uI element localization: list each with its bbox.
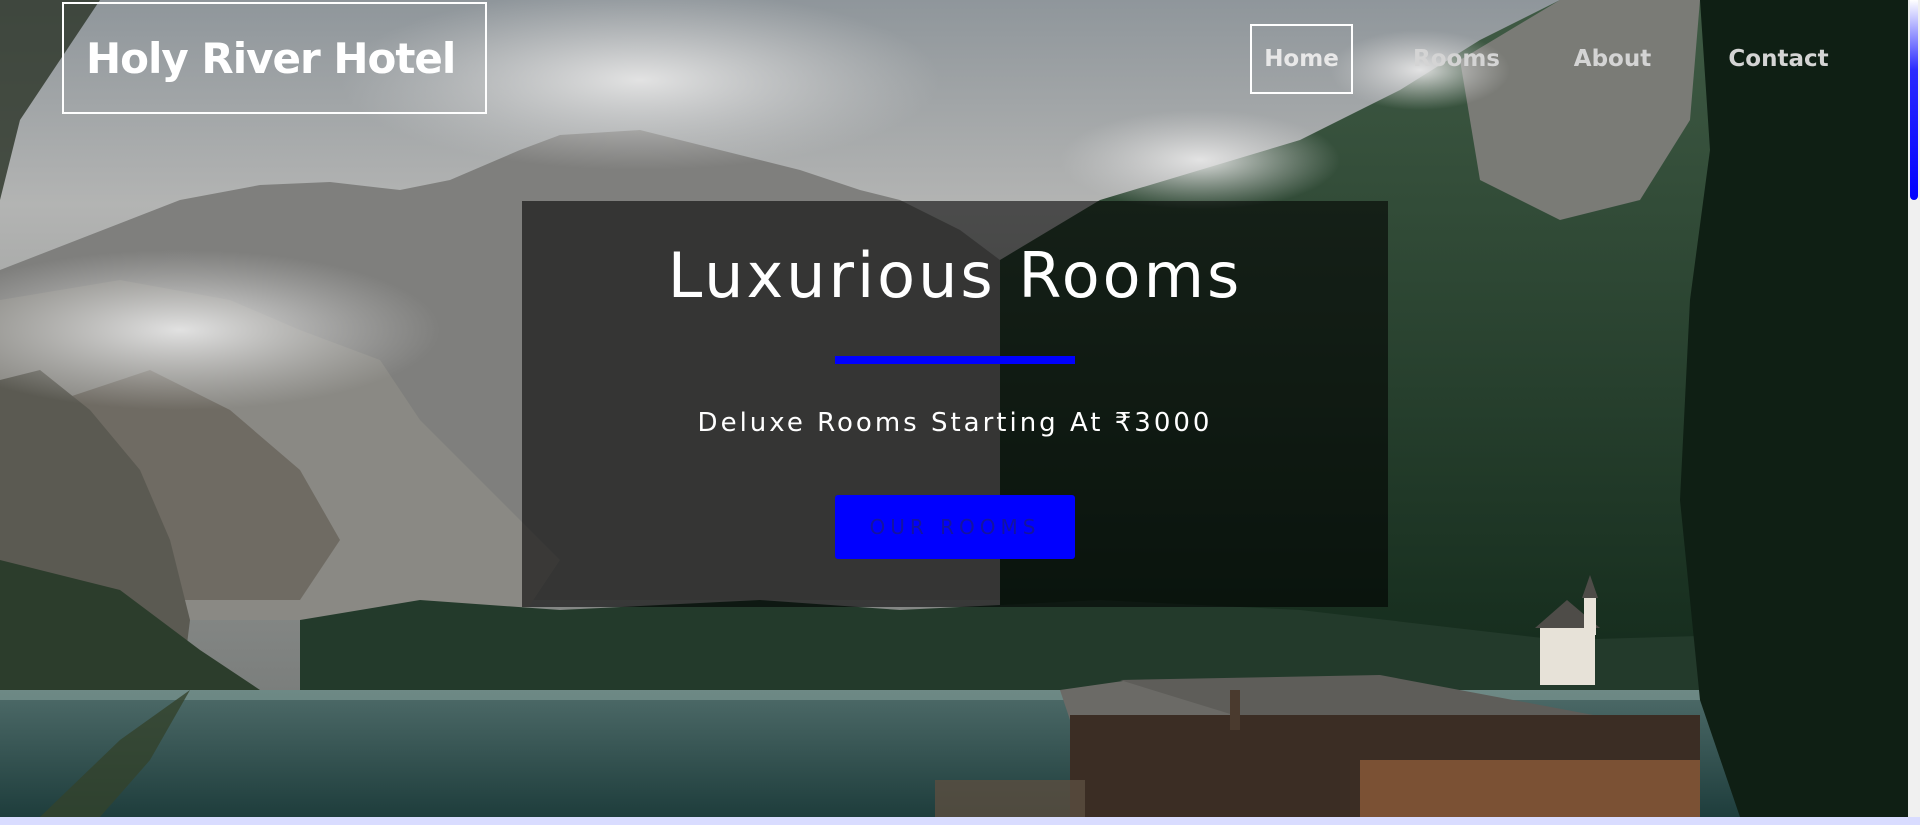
nav-item-home[interactable]: Home — [1250, 24, 1353, 94]
page-scrollbar[interactable] — [1908, 0, 1920, 817]
title-underline-divider — [835, 356, 1075, 364]
nav-item-about[interactable]: About — [1561, 24, 1664, 94]
nav-item-rooms[interactable]: Rooms — [1405, 24, 1508, 94]
hero-section: Holy River Hotel Home Rooms About Contac… — [0, 0, 1908, 817]
scrollbar-thumb[interactable] — [1910, 0, 1918, 200]
hero-title: Luxurious Rooms — [667, 239, 1243, 312]
page-bottom-edge — [0, 817, 1920, 825]
hero-overlay-panel: Luxurious Rooms Deluxe Rooms Starting At… — [522, 201, 1388, 607]
our-rooms-button[interactable]: OUR ROOMS — [835, 495, 1075, 559]
nav-item-contact[interactable]: Contact — [1716, 24, 1841, 94]
hero-subtitle: Deluxe Rooms Starting At ₹3000 — [697, 408, 1213, 438]
brand-logo-box[interactable]: Holy River Hotel — [62, 2, 487, 114]
brand-name[interactable]: Holy River Hotel — [86, 34, 456, 83]
